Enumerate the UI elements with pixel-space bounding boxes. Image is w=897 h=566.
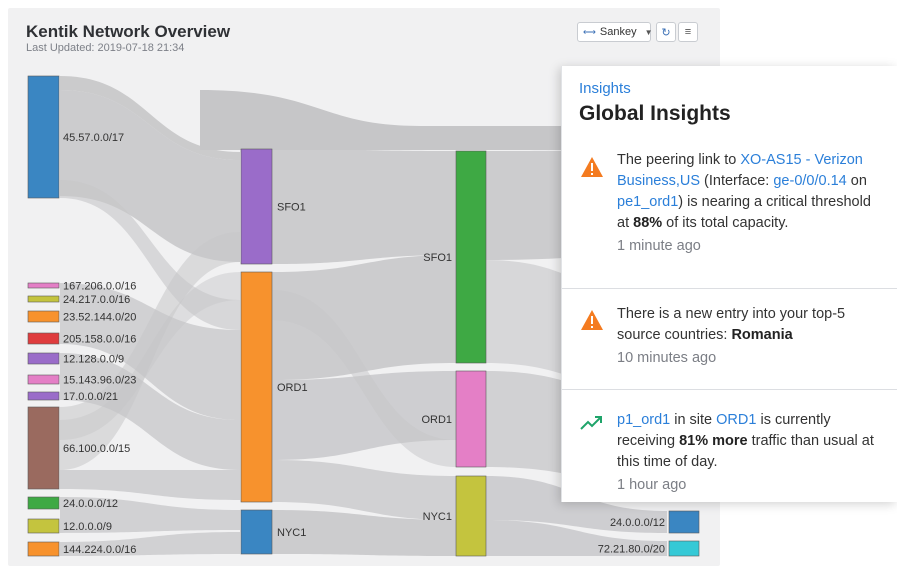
sankey-node[interactable] (27, 541, 60, 557)
sankey-node[interactable] (27, 282, 60, 289)
site-link[interactable]: ORD1 (716, 412, 756, 428)
insight-text: There is a new entry into your top-5 sou… (617, 304, 887, 369)
interface-link[interactable]: ge-0/0/0.14 (773, 173, 846, 189)
sankey-node[interactable] (455, 150, 487, 364)
sankey-node-label: 24.217.0.0/16 (63, 294, 130, 306)
sankey-node[interactable] (27, 332, 60, 345)
insight-text-part: The peering link to (617, 152, 741, 168)
sankey-node-label: 24.0.0.0/12 (610, 517, 665, 529)
sankey-node[interactable] (240, 148, 273, 265)
sankey-node-label: 24.0.0.0/12 (63, 498, 118, 510)
sankey-node-label: ORD1 (277, 382, 308, 394)
trending-up-icon (580, 416, 602, 430)
sankey-node-label: 66.100.0.0/15 (63, 443, 130, 455)
sankey-node[interactable] (455, 370, 487, 468)
sankey-node[interactable] (455, 475, 487, 557)
sankey-node-label: 23.52.144.0/20 (63, 312, 136, 324)
divider (562, 288, 897, 289)
capacity-value: 88% (633, 215, 663, 231)
insight-text-part: in site (670, 412, 717, 428)
sankey-node[interactable] (27, 352, 60, 365)
sankey-node[interactable] (240, 271, 273, 503)
insights-panel: Insights Global Insights The peering lin… (561, 66, 897, 502)
insight-text: The peering link to XO-AS15 - Verizon Bu… (617, 150, 887, 257)
traffic-change-value: 81% more (679, 433, 748, 449)
sankey-node[interactable] (27, 496, 60, 510)
sankey-node-label: 12.128.0.0/9 (63, 354, 124, 366)
sankey-node-label: 12.0.0.0/9 (63, 521, 112, 533)
insight-text-part: (Interface: (700, 173, 774, 189)
sankey-node[interactable] (27, 391, 60, 401)
insight-text-part: on (846, 173, 867, 189)
sankey-node-label: SFO1 (423, 252, 452, 264)
country-value: Romania (731, 327, 793, 343)
sankey-node-label: NYC1 (277, 527, 306, 539)
divider (562, 389, 897, 390)
warning-icon (581, 157, 603, 177)
sankey-node[interactable] (27, 406, 60, 490)
sankey-node-label: 144.224.0.0/16 (63, 544, 136, 556)
sankey-node-label: 167.206.0.0/16 (63, 281, 136, 293)
sankey-node[interactable] (27, 518, 60, 534)
sankey-node[interactable] (27, 75, 60, 199)
sankey-node-label: 17.0.0.0/21 (63, 391, 118, 403)
sankey-node-label: 205.158.0.0/16 (63, 334, 136, 346)
insight-time: 1 minute ago (617, 238, 701, 254)
warning-icon (581, 310, 603, 330)
sankey-node[interactable] (240, 509, 273, 555)
insight-text: p1_ord1 in site ORD1 is currently receiv… (617, 410, 887, 496)
sankey-node-label: SFO1 (277, 202, 306, 214)
insights-title: Global Insights (579, 102, 731, 125)
insights-kicker: Insights (579, 80, 631, 97)
sankey-node[interactable] (668, 540, 700, 557)
device-link[interactable]: p1_ord1 (617, 412, 670, 428)
device-link[interactable]: pe1_ord1 (617, 194, 678, 210)
sankey-node[interactable] (27, 295, 60, 303)
sankey-node-label: 15.143.96.0/23 (63, 375, 136, 387)
sankey-node-label: ORD1 (421, 414, 452, 426)
sankey-node[interactable] (27, 310, 60, 323)
sankey-node-label: 72.21.80.0/20 (598, 544, 665, 556)
insight-time: 1 hour ago (617, 477, 687, 493)
insight-text-part: of its total capacity. (662, 215, 789, 231)
sankey-node[interactable] (668, 510, 700, 534)
sankey-flow[interactable] (60, 470, 240, 500)
insight-time: 10 minutes ago (617, 350, 717, 366)
sankey-node-label: NYC1 (423, 511, 452, 523)
sankey-node-label: 45.57.0.0/17 (63, 132, 124, 144)
sankey-node[interactable] (27, 374, 60, 385)
